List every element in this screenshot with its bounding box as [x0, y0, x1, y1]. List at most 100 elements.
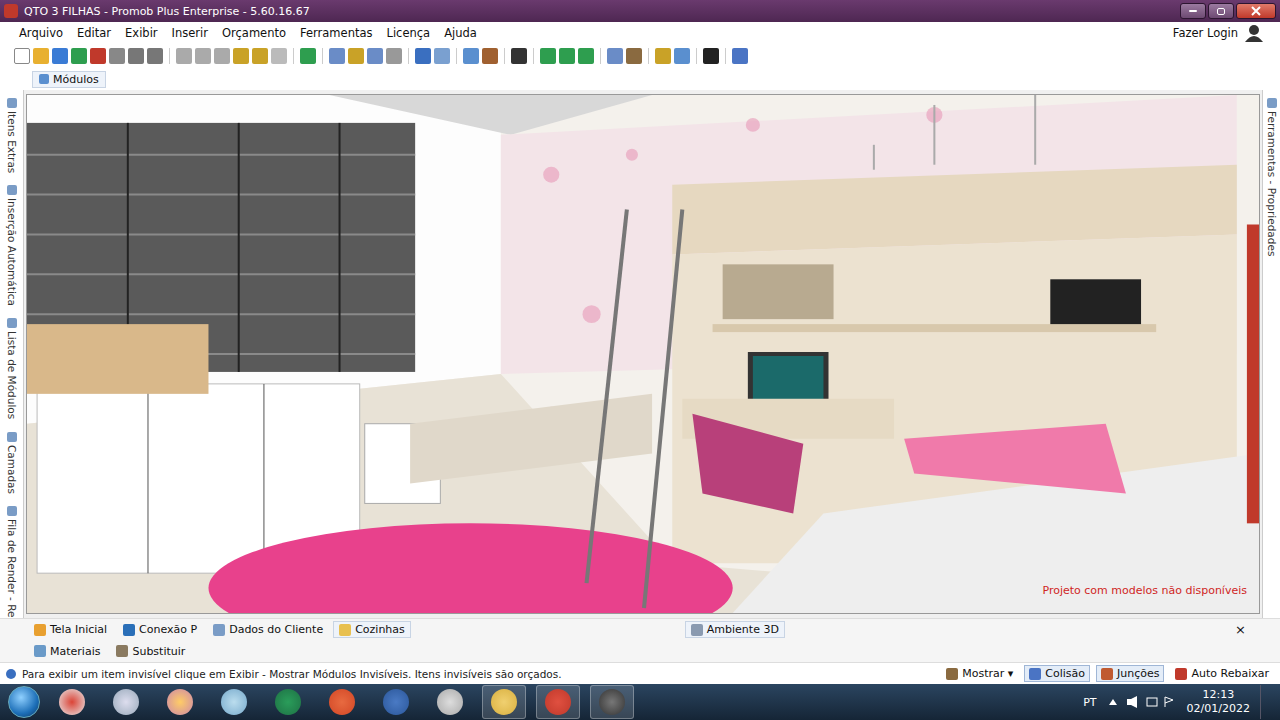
status-toggle-label[interactable]: Junções	[1117, 667, 1159, 680]
toolbar-button-icon[interactable]	[415, 48, 431, 64]
status-toggle-label[interactable]: Auto Rebaixar	[1191, 667, 1269, 680]
status-toggle[interactable]: Auto Rebaixar	[1170, 665, 1274, 682]
toolbar-button-icon[interactable]	[463, 48, 479, 64]
toolbar-button-icon[interactable]	[33, 48, 49, 64]
toolbar-button-icon[interactable]	[71, 48, 87, 64]
side-panel-label[interactable]: Camadas	[6, 445, 18, 494]
document-tab[interactable]: Cozinhas	[333, 621, 411, 638]
document-tab[interactable]: Dados do Cliente	[207, 621, 329, 638]
status-toggle[interactable]: Mostrar ▾	[941, 665, 1018, 682]
side-panel-label[interactable]: Lista de Módulos	[6, 331, 18, 419]
toolbar-button-icon[interactable]	[128, 48, 144, 64]
taskbar-app-icon[interactable]	[482, 685, 526, 719]
toolbar-button-icon[interactable]	[214, 48, 230, 64]
taskbar-app-icon[interactable]	[212, 685, 256, 719]
toolbar-button-icon[interactable]	[703, 48, 719, 64]
modules-tab-label[interactable]: Módulos	[53, 73, 99, 86]
tab-label[interactable]: Cozinhas	[355, 623, 405, 636]
ambiente-tab-label[interactable]: Ambiente 3D	[707, 623, 779, 636]
toolbar-button-icon[interactable]	[511, 48, 527, 64]
taskbar-app-icon[interactable]	[374, 685, 418, 719]
ambiente-tab[interactable]: Ambiente 3D	[685, 621, 785, 638]
menu-item[interactable]: Arquivo	[12, 24, 70, 42]
toolbar-button-icon[interactable]	[386, 48, 402, 64]
side-panel-label[interactable]: Inserção Automática	[6, 198, 18, 306]
taskbar-app-icon[interactable]	[320, 685, 364, 719]
toolbar-button-icon[interactable]	[626, 48, 642, 64]
toolbar-button-icon[interactable]	[732, 48, 748, 64]
panel-tab[interactable]: Substituir	[110, 643, 191, 660]
toolbar-button-icon[interactable]	[655, 48, 671, 64]
panel-tab[interactable]: Materiais	[28, 643, 106, 660]
toolbar-button-icon[interactable]	[147, 48, 163, 64]
side-panel-tab[interactable]: Lista de Módulos	[6, 314, 18, 423]
side-panel-tab[interactable]: Inserção Automática	[6, 181, 18, 310]
taskbar-app-icon[interactable]	[428, 685, 472, 719]
toolbar-button-icon[interactable]	[434, 48, 450, 64]
toolbar-button-icon[interactable]	[271, 48, 287, 64]
side-panel-label[interactable]: Ferramentas - Propriedades	[1266, 111, 1278, 256]
modules-tab[interactable]: Módulos	[32, 71, 106, 88]
side-panel-tab[interactable]: Camadas	[6, 428, 18, 498]
document-tab[interactable]: Tela Inicial	[28, 621, 113, 638]
login-button[interactable]: Fazer Login	[1173, 24, 1268, 42]
menu-item[interactable]: Orçamento	[215, 24, 293, 42]
document-tab[interactable]: Conexão P	[117, 621, 203, 638]
clock[interactable]: 12:1302/01/2022	[1187, 688, 1250, 716]
taskbar-app-icon[interactable]	[158, 685, 202, 719]
start-button[interactable]	[8, 686, 40, 718]
toolbar-button-icon[interactable]	[607, 48, 623, 64]
taskbar-app-icon[interactable]	[536, 685, 580, 719]
toolbar-button-icon[interactable]	[559, 48, 575, 64]
toolbar-button-icon[interactable]	[329, 48, 345, 64]
toolbar-button-icon[interactable]	[109, 48, 125, 64]
login-label[interactable]: Fazer Login	[1173, 26, 1238, 40]
side-panel-tab[interactable]: Itens Extras	[6, 94, 18, 177]
toolbar-button-icon[interactable]	[540, 48, 556, 64]
maximize-button[interactable]	[1208, 3, 1234, 19]
toolbar-button-icon[interactable]	[300, 48, 316, 64]
menu-item[interactable]: Ferramentas	[293, 24, 379, 42]
menu-item[interactable]: Ajuda	[437, 24, 484, 42]
tray-icons[interactable]	[1107, 695, 1177, 709]
toolbar-button-icon[interactable]	[195, 48, 211, 64]
panel-tab-label[interactable]: Substituir	[132, 645, 185, 658]
tab-label[interactable]: Conexão P	[139, 623, 197, 636]
menu-item[interactable]: Licença	[379, 24, 437, 42]
status-toggle[interactable]: Junções	[1096, 665, 1164, 682]
tab-label[interactable]: Tela Inicial	[50, 623, 107, 636]
clock-time[interactable]: 12:13	[1202, 688, 1234, 702]
viewport-3d[interactable]: Projeto com modelos não disponíveis	[26, 94, 1260, 614]
toolbar-button-icon[interactable]	[367, 48, 383, 64]
status-toggle-label[interactable]: Mostrar ▾	[962, 667, 1013, 680]
menu-item[interactable]: Exibir	[118, 24, 165, 42]
toolbar-button-icon[interactable]	[90, 48, 106, 64]
side-panel-tab[interactable]: Ferramentas - Propriedades	[1266, 94, 1278, 260]
status-toggle[interactable]: Colisão	[1024, 665, 1090, 682]
menu-item[interactable]: Editar	[70, 24, 118, 42]
toolbar-button-icon[interactable]	[674, 48, 690, 64]
toolbar-button-icon[interactable]	[233, 48, 249, 64]
toolbar-button-icon[interactable]	[176, 48, 192, 64]
close-tab-button[interactable]: ×	[1229, 622, 1252, 637]
side-panel-label[interactable]: Itens Extras	[6, 111, 18, 173]
taskbar-app-icon[interactable]	[590, 685, 634, 719]
language-indicator[interactable]: PT	[1083, 696, 1096, 709]
show-desktop-button[interactable]	[1260, 685, 1272, 719]
panel-tab-label[interactable]: Materiais	[50, 645, 100, 658]
taskbar-app-icon[interactable]	[50, 685, 94, 719]
menu-item[interactable]: Inserir	[165, 24, 215, 42]
toolbar-button-icon[interactable]	[52, 48, 68, 64]
minimize-button[interactable]	[1180, 3, 1206, 19]
toolbar-button-icon[interactable]	[348, 48, 364, 64]
taskbar-app-icon[interactable]	[104, 685, 148, 719]
toolbar-button-icon[interactable]	[482, 48, 498, 64]
status-toggle-label[interactable]: Colisão	[1045, 667, 1085, 680]
tab-label[interactable]: Dados do Cliente	[229, 623, 323, 636]
close-button[interactable]	[1236, 3, 1276, 19]
toolbar-button-icon[interactable]	[578, 48, 594, 64]
toolbar-button-icon[interactable]	[14, 48, 30, 64]
toolbar-button-icon[interactable]	[252, 48, 268, 64]
taskbar-app-icon[interactable]	[266, 685, 310, 719]
clock-date[interactable]: 02/01/2022	[1187, 702, 1250, 716]
